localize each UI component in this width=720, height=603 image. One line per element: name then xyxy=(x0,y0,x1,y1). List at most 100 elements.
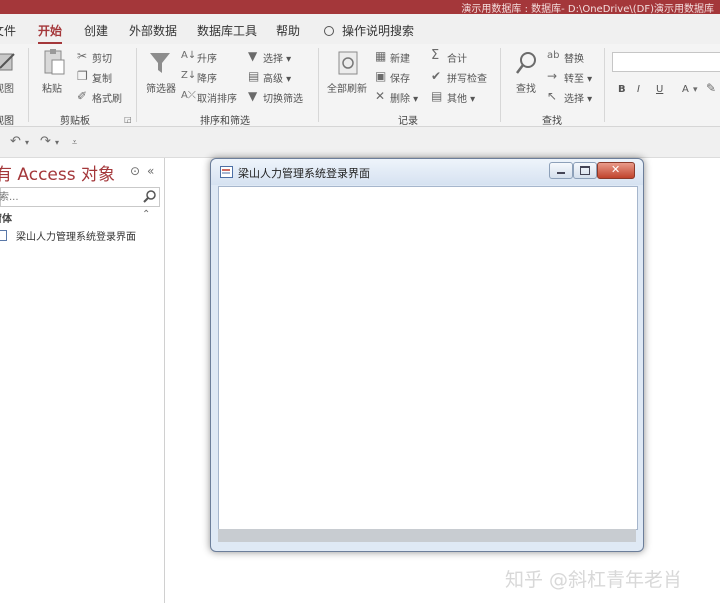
tell-me-label: 操作说明搜索 xyxy=(342,24,415,38)
advanced-filter-button[interactable]: 高级 ▾ xyxy=(263,70,291,85)
copy-icon: ❐ xyxy=(77,69,88,83)
tab-external-data[interactable]: 外部数据 xyxy=(129,22,177,39)
customize-qat-icon[interactable]: ⩡ xyxy=(72,137,77,149)
search-icon xyxy=(324,26,334,36)
nav-section-header[interactable]: 窗体 xyxy=(0,210,12,225)
dialog-launcher-icon[interactable]: ◲ xyxy=(124,114,132,126)
delete-record-icon: ✕ xyxy=(375,89,386,103)
clear-sort-button[interactable]: 取消排序 xyxy=(197,90,237,105)
totals-button[interactable]: 合计 xyxy=(447,50,467,65)
sort-desc-button[interactable]: 降序 xyxy=(197,70,217,85)
format-painter-button[interactable]: 格式刷 xyxy=(92,90,122,105)
selection-filter-label: 选择 xyxy=(263,54,283,65)
search-icon[interactable] xyxy=(143,190,156,203)
redo-dropdown-icon[interactable]: ▾ xyxy=(55,137,59,149)
goto-icon: → xyxy=(547,69,558,83)
group-records-label: 记录 xyxy=(398,116,418,127)
tab-help[interactable]: 帮助 xyxy=(276,22,300,39)
tab-file[interactable]: 文件 xyxy=(0,22,16,39)
more-button[interactable]: 其他 ▾ xyxy=(447,90,475,105)
form-icon xyxy=(220,166,233,178)
minimize-icon xyxy=(557,172,565,174)
paste-icon xyxy=(44,49,65,75)
font-name-box[interactable] xyxy=(612,52,720,72)
select-label: 选择 xyxy=(564,94,584,105)
group-clipboard-label: 剪贴板 xyxy=(60,116,90,127)
underline-button[interactable]: U xyxy=(656,84,663,95)
tab-create[interactable]: 创建 xyxy=(84,22,108,39)
find-icon xyxy=(516,52,536,74)
group-find-label: 查找 xyxy=(542,116,562,127)
app-title: 演示用数据库 : 数据库- D:\OneDrive\(DF)演示用数据库 xyxy=(461,4,714,14)
delete-record-label: 删除 xyxy=(390,94,410,105)
tab-home[interactable]: 开始 xyxy=(38,22,63,44)
clear-sort-icon: A⤫ xyxy=(181,90,196,101)
find-button[interactable]: 查找 xyxy=(516,80,536,95)
form-window-titlebar[interactable]: 梁山人力管理系统登录界面 ✕ xyxy=(211,159,643,185)
replace-button[interactable]: 替换 xyxy=(564,50,584,65)
watermark: 知乎 @斜杠青年老肖 xyxy=(505,569,683,591)
advanced-filter-label: 高级 xyxy=(263,74,283,85)
advanced-filter-icon: ▤ xyxy=(248,69,260,83)
nav-search-input[interactable] xyxy=(0,189,141,205)
form-body xyxy=(218,186,638,530)
group-sort-filter-label: 排序和筛选 xyxy=(200,116,250,127)
nav-pane-title[interactable]: 所有 Access 对象 xyxy=(0,160,115,185)
new-record-button[interactable]: 新建 xyxy=(390,50,410,65)
font-color-dropdown-icon[interactable]: ▾ xyxy=(693,84,698,96)
replace-icon: ab xyxy=(547,50,560,61)
form-window: 梁山人力管理系统登录界面 ✕ xyxy=(210,158,644,552)
undo-dropdown-icon[interactable]: ▾ xyxy=(25,137,29,149)
redo-icon[interactable]: ↷ xyxy=(40,135,51,148)
format-painter-icon: ✐ xyxy=(77,89,88,103)
cut-icon: ✂ xyxy=(77,49,88,63)
bold-button[interactable]: B xyxy=(618,84,626,95)
toggle-filter-icon: ▼ xyxy=(248,89,258,103)
view-button[interactable]: 视图 xyxy=(0,80,14,95)
goto-button[interactable]: 转至 ▾ xyxy=(564,70,592,85)
paste-button[interactable]: 粘贴 xyxy=(42,80,62,95)
form-icon xyxy=(0,230,7,241)
navigation-pane: 所有 Access 对象 ⊙ « 窗体 ⌃ 梁山人力管理系统登录界面 xyxy=(0,158,165,603)
spelling-button[interactable]: 拼写检查 xyxy=(447,70,487,85)
filter-icon xyxy=(150,53,170,73)
copy-button[interactable]: 复制 xyxy=(92,70,112,85)
save-record-button[interactable]: 保存 xyxy=(390,70,410,85)
sort-desc-icon: Z↓ xyxy=(181,70,197,81)
undo-icon[interactable]: ↶ xyxy=(10,135,21,148)
form-footer-bar xyxy=(218,529,636,542)
close-button[interactable]: ✕ xyxy=(597,162,635,179)
nav-item-login-form[interactable]: 梁山人力管理系统登录界面 xyxy=(0,227,164,243)
font-color-button[interactable]: A xyxy=(682,84,689,95)
cut-button[interactable]: 剪切 xyxy=(92,50,112,65)
more-icon: ▤ xyxy=(431,89,443,103)
toggle-filter-button[interactable]: 切换筛选 xyxy=(263,90,303,105)
maximize-icon xyxy=(580,166,590,175)
collapse-pane-icon[interactable]: « xyxy=(147,165,154,177)
italic-button[interactable]: I xyxy=(637,84,640,95)
selection-filter-icon: ▼ xyxy=(248,49,258,63)
sort-asc-button[interactable]: 升序 xyxy=(197,50,217,65)
filter-button[interactable]: 筛选器 xyxy=(146,80,176,95)
highlight-icon[interactable]: ✎ xyxy=(706,82,716,94)
group-view-label: 视图 xyxy=(0,116,14,127)
select-button[interactable]: 选择 ▾ xyxy=(564,90,592,105)
refresh-all-button[interactable]: 全部刷新 xyxy=(327,80,367,95)
selection-filter-button[interactable]: 选择 ▾ xyxy=(263,50,291,65)
minimize-button[interactable] xyxy=(549,162,573,179)
more-label: 其他 xyxy=(447,94,467,105)
new-record-icon: ▦ xyxy=(375,49,387,63)
form-window-title: 梁山人力管理系统登录界面 xyxy=(238,167,370,180)
select-cursor-icon: ↖ xyxy=(547,89,558,103)
nav-search-box[interactable] xyxy=(0,187,160,207)
nav-menu-chevron-icon[interactable]: ⊙ xyxy=(130,165,140,177)
delete-record-button[interactable]: 删除 ▾ xyxy=(390,90,418,105)
refresh-all-icon xyxy=(338,51,358,75)
tab-database-tools[interactable]: 数据库工具 xyxy=(197,22,257,39)
ribbon: 视图 视图 粘贴 ✂ 剪切 ❐ 复制 ✐ 格式刷 剪贴板 ◲ 筛选器 A↓ 升序… xyxy=(0,44,720,127)
section-collapse-icon[interactable]: ⌃ xyxy=(142,209,150,221)
tell-me-search[interactable]: 操作说明搜索 xyxy=(324,22,414,39)
app-title-bar: 演示用数据库 : 数据库- D:\OneDrive\(DF)演示用数据库 xyxy=(0,0,720,14)
totals-icon: Σ xyxy=(431,48,440,63)
maximize-button[interactable] xyxy=(573,162,597,179)
